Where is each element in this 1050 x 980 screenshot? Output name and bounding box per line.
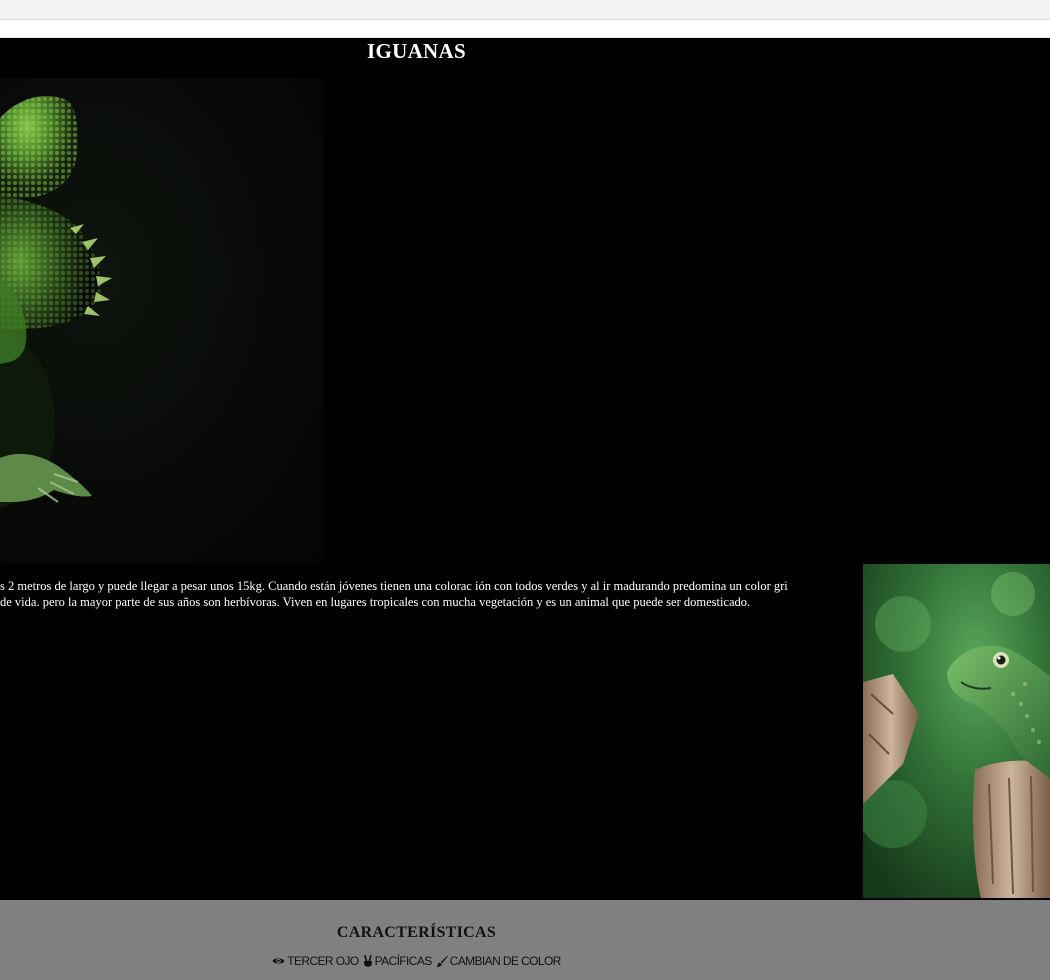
feature-label: CAMBIAN DE COLOR xyxy=(449,954,562,968)
feature-label: PACÍFICAS xyxy=(374,954,433,968)
description-line: de vida. pero la mayor parte de sus años… xyxy=(0,595,751,609)
features-footer: CARACTERÍSTICAS TERCER OJO PACÍFICAS CAM… xyxy=(0,900,1050,980)
browser-toolbar-strip xyxy=(0,0,1050,20)
iguana-side-photo xyxy=(863,564,1050,898)
features-list: TERCER OJO PACÍFICAS CAMBIAN DE COLOR xyxy=(0,954,833,968)
page-title: IGUANAS xyxy=(367,39,466,63)
feature-item-pacificas: PACÍFICAS xyxy=(363,954,432,968)
browser-spacer xyxy=(0,21,1050,38)
page-content: IGUANAS s 2 metros de largo y puede lleg… xyxy=(0,38,1050,900)
features-title: CARACTERÍSTICAS xyxy=(336,924,497,941)
feature-item-cambian-de-color: CAMBIAN DE COLOR xyxy=(435,954,562,968)
description-line: s 2 metros de largo y puede llegar a pes… xyxy=(0,579,788,593)
peace-hand-icon xyxy=(363,955,373,967)
paint-brush-icon xyxy=(435,955,448,967)
feature-label: TERCER OJO xyxy=(287,954,359,968)
eye-icon xyxy=(272,956,285,966)
iguana-hero-photo xyxy=(0,78,324,564)
description-text: s 2 metros de largo y puede llegar a pes… xyxy=(0,578,850,610)
feature-item-tercer-ojo: TERCER OJO xyxy=(272,954,359,968)
